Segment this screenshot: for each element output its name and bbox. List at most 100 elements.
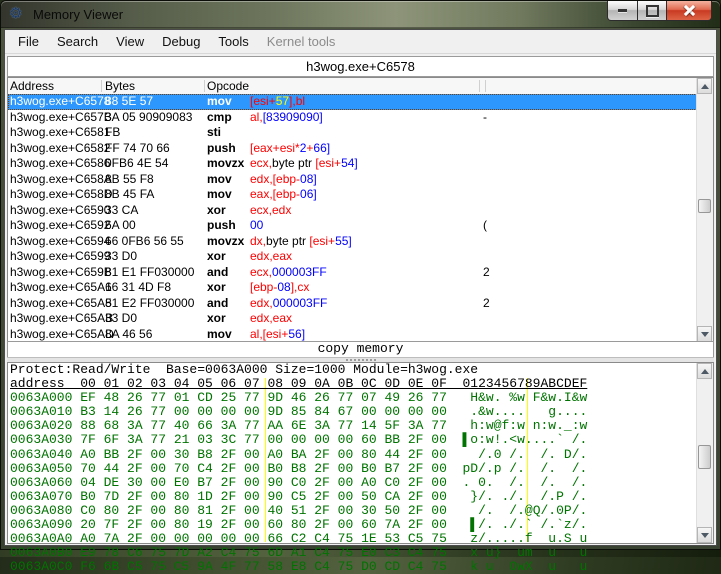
hex-row-bytes[interactable]: 04 DE 30 00 E0 B7 2F 00 90 C0 2F 00 A0 C… xyxy=(80,475,447,490)
menu-item[interactable]: File xyxy=(9,31,48,52)
hex-row[interactable]: 0063A060 04 DE 30 00 E0 B7 2F 00 90 C0 2F… xyxy=(8,476,713,490)
column-separator[interactable] xyxy=(479,80,480,92)
scroll-up-button[interactable] xyxy=(697,363,712,379)
hex-row[interactable]: 0063A040A0 BB 2F 00 30 B8 2F 00 A0 BA 2F… xyxy=(8,448,713,462)
disasm-bytes: 8A 46 56 xyxy=(105,327,152,343)
menu-item[interactable]: Kernel tools xyxy=(258,31,345,52)
hex-row-address: 0063A000 xyxy=(10,390,72,405)
close-button[interactable] xyxy=(666,1,712,21)
hex-row[interactable]: 0063A080C0 80 2F 00 80 81 2F 00 40 51 2F… xyxy=(8,504,713,518)
hex-row-ascii[interactable]: z/.....f u.S u xyxy=(462,531,587,546)
hex-row[interactable]: 0063A010 B3 14 26 77 00 00 00 00 9D 85 84… xyxy=(8,405,713,419)
menu-item[interactable]: Debug xyxy=(153,31,209,52)
hex-row-bytes[interactable]: B3 14 26 77 00 00 00 00 9D 85 84 67 00 0… xyxy=(80,404,447,419)
scrollbar-thumb[interactable] xyxy=(698,199,711,213)
disassembly-scrollbar[interactable] xyxy=(696,78,713,342)
hex-row-bytes[interactable]: 20 7F 2F 00 80 19 2F 00 60 80 2F 00 60 7… xyxy=(80,517,447,532)
scroll-down-button[interactable] xyxy=(697,326,712,342)
hex-row-bytes[interactable]: 70 44 2F 00 70 C4 2F 00 B0 B8 2F 00 B0 B… xyxy=(80,461,447,476)
disasm-row[interactable]: h3wog.exe+C6581 FB sti xyxy=(8,125,697,141)
hex-row[interactable]: 0063A0A0A0 7A 2F 00 00 00 00 00 66 C2 C4… xyxy=(8,532,713,546)
maximize-button[interactable] xyxy=(638,1,666,21)
hex-row[interactable]: 0063A05070 44 2F 00 70 C4 2F 00 B0 B8 2F… xyxy=(8,462,713,476)
column-separator[interactable] xyxy=(101,80,102,92)
disasm-row[interactable]: h3wog.exe+C6586 0FB6 4E 54 movzx ecx,byt… xyxy=(8,156,697,172)
hex-row-bytes[interactable]: E9 78 C6 75 7D A2 C4 75 6D A1 C4 75 E0 C… xyxy=(80,545,447,560)
hex-row-address: 0063A010 xyxy=(10,404,72,419)
disasm-operands: edx,000003FF xyxy=(250,296,327,312)
disasm-address: h3wog.exe+C658A xyxy=(10,172,112,188)
disasm-row[interactable]: h3wog.exe+C6599 33 D0 xor edx,eax xyxy=(8,249,697,265)
hex-row-bytes[interactable]: EF 48 26 77 01 CD 25 77 9D 46 26 77 07 4… xyxy=(80,390,447,405)
hex-row-ascii[interactable]: pD/.p /. /. /. xyxy=(462,461,587,476)
disasm-row[interactable]: h3wog.exe+C6590 33 CA xor ecx,edx xyxy=(8,203,697,219)
disassembly-rows: h3wog.exe+C6578 88 5E 57 mov [esi+57],bl… xyxy=(8,94,697,342)
close-icon xyxy=(684,5,695,16)
disasm-row[interactable]: h3wog.exe+C65AD 8A 46 56 mov al,[esi+56] xyxy=(8,327,697,343)
hex-row[interactable]: 0063A09020 7F 2F 00 80 19 2F 00 60 80 2F… xyxy=(8,518,713,532)
scroll-down-icon xyxy=(701,332,709,337)
hex-row[interactable]: 0063A0B0E9 78 C6 75 7D A2 C4 75 6D A1 C4… xyxy=(8,546,713,560)
hex-row[interactable]: 0063A000 EF 48 26 77 01 CD 25 77 9D 46 26… xyxy=(8,391,713,405)
disasm-address: h3wog.exe+C6578 xyxy=(10,94,110,110)
hex-row[interactable]: 0063A02088 68 3A 77 40 66 3A 77 AA 6E 3A… xyxy=(8,419,713,433)
menu-item[interactable]: View xyxy=(107,31,153,52)
disasm-row[interactable]: h3wog.exe+C65AB 33 D0 xor edx,eax xyxy=(8,311,697,327)
hex-row-bytes[interactable]: A0 7A 2F 00 00 00 00 00 66 C2 C4 75 1E 5… xyxy=(80,531,447,546)
hex-row-ascii[interactable]: /. /.@Q/.0P/. xyxy=(462,503,587,518)
maximize-icon xyxy=(646,5,659,17)
disasm-row[interactable]: h3wog.exe+C658A 8B 55 F8 mov edx,[ebp-08… xyxy=(8,172,697,188)
hex-row[interactable]: 0063A0307F 6F 3A 77 21 03 3C 77 00 00 00… xyxy=(8,433,713,447)
hex-row-bytes[interactable]: A0 BB 2F 00 30 B8 2F 00 A0 BA 2F 00 80 4… xyxy=(80,447,447,462)
hex-row[interactable]: 0063A070B0 7D 2F 00 80 1D 2F 00 90 C5 2F… xyxy=(8,490,713,504)
disasm-row[interactable]: h3wog.exe+C6594 66 0FB6 56 55 movzx dx,b… xyxy=(8,234,697,250)
disasm-comment: 2 xyxy=(483,265,490,281)
hex-row-bytes[interactable]: C0 80 2F 00 80 81 2F 00 40 51 2F 00 30 5… xyxy=(80,503,447,518)
hex-row-bytes[interactable]: 88 68 3A 77 40 66 3A 77 AA 6E 3A 77 14 5… xyxy=(80,418,447,433)
disasm-bytes: 8B 45 FA xyxy=(105,187,154,203)
disasm-row[interactable]: h3wog.exe+C659B 81 E1 FF030000 and ecx,0… xyxy=(8,265,697,281)
title-bar[interactable]: ⚙ Memory Viewer xyxy=(1,1,720,28)
hex-row-ascii[interactable]: }/. ./. /.P /. xyxy=(462,489,587,504)
menu-item[interactable]: Tools xyxy=(209,31,257,52)
hex-row-ascii[interactable]: ▌o:w!.<w....` /. xyxy=(462,432,587,447)
hex-row-address: 0063A060 xyxy=(10,475,72,490)
minimize-button[interactable] xyxy=(607,1,638,21)
hex-row-bytes[interactable]: B0 7D 2F 00 80 1D 2F 00 90 C5 2F 00 50 C… xyxy=(80,489,447,504)
disasm-address: h3wog.exe+C6594 xyxy=(10,234,110,250)
scroll-up-button[interactable] xyxy=(697,78,712,94)
hex-row-ascii[interactable]: ▌/. ./.` /.`z/. xyxy=(462,517,587,532)
disasm-row[interactable]: h3wog.exe+C657B 3A 05 90909083 cmp al,[8… xyxy=(8,110,697,126)
disasm-row[interactable]: h3wog.exe+C65A1 66 31 4D F8 xor [ebp-08]… xyxy=(8,280,697,296)
menu-item[interactable]: Search xyxy=(48,31,107,52)
hex-row-ascii[interactable]: H&w. %w F&w.I&w xyxy=(462,390,587,405)
column-header-bytes[interactable]: Bytes xyxy=(105,79,135,93)
hex-row[interactable]: 0063A0C0F6 6B C5 75 C5 9A 4F 77 58 E8 C4… xyxy=(8,560,713,574)
hexview-scrollbar[interactable] xyxy=(696,363,713,543)
disasm-operands: ecx,edx xyxy=(250,203,291,219)
disasm-row[interactable]: h3wog.exe+C6592 6A 00 push 00 ( xyxy=(8,218,697,234)
column-header-address[interactable]: Address xyxy=(10,79,54,93)
hex-row-ascii[interactable]: /.0 /. /. D/. xyxy=(462,447,587,462)
hex-row-ascii[interactable]: x u} um u u xyxy=(462,545,587,560)
disasm-address: h3wog.exe+C65A5 xyxy=(10,296,112,312)
hex-row-ascii[interactable]: h:w@f:w n:w._:w xyxy=(462,418,587,433)
column-separator[interactable] xyxy=(485,80,486,92)
disasm-row[interactable]: h3wog.exe+C6582 FF 74 70 66 push [eax+es… xyxy=(8,141,697,157)
hex-row-ascii[interactable]: k u OwX u u xyxy=(462,559,587,574)
hex-row-bytes[interactable]: F6 6B C5 75 C5 9A 4F 77 58 E8 C4 75 D0 C… xyxy=(80,559,447,574)
scrollbar-thumb[interactable] xyxy=(698,445,711,469)
hex-row-bytes[interactable]: 7F 6F 3A 77 21 03 3C 77 00 00 00 00 60 B… xyxy=(80,432,447,447)
scroll-down-button[interactable] xyxy=(697,527,712,543)
disasm-row[interactable]: h3wog.exe+C658D 8B 45 FA mov eax,[ebp-06… xyxy=(8,187,697,203)
disasm-bytes: 33 D0 xyxy=(105,311,137,327)
disasm-row[interactable]: h3wog.exe+C65A5 81 E2 FF030000 and edx,0… xyxy=(8,296,697,312)
copy-memory-button[interactable]: copy memory xyxy=(7,341,714,358)
disasm-operands: eax,[ebp-06] xyxy=(250,187,317,203)
hex-row-ascii[interactable]: . 0. /. /. /. xyxy=(462,475,587,490)
hex-row-ascii[interactable]: .&w.... g.... xyxy=(462,404,587,419)
disasm-row[interactable]: h3wog.exe+C6578 88 5E 57 mov [esi+57],bl xyxy=(8,94,697,110)
disasm-bytes: 6A 00 xyxy=(105,218,136,234)
column-header-opcode[interactable]: Opcode xyxy=(207,79,249,93)
column-separator[interactable] xyxy=(204,80,205,92)
